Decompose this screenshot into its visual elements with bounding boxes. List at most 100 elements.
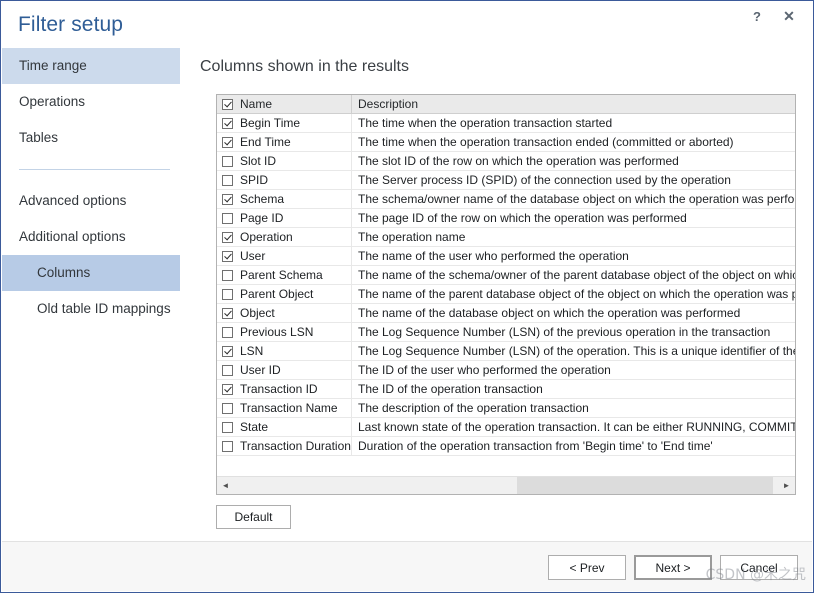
horizontal-scrollbar[interactable]: ◄ ► [217,476,795,494]
row-name-cell[interactable]: User [217,247,352,265]
row-name-cell[interactable]: Slot ID [217,152,352,170]
row-checkbox[interactable] [222,117,233,129]
prev-button[interactable]: < Prev [548,555,626,580]
table-row[interactable]: Operation The operation name [217,228,795,247]
row-description-label: Duration of the operation transaction fr… [358,439,713,453]
row-checkbox[interactable] [222,155,233,167]
table-row[interactable]: User ID The ID of the user who performed … [217,361,795,380]
row-description-label: The Log Sequence Number (LSN) of the ope… [358,344,795,358]
table-row[interactable]: Slot ID The slot ID of the row on which t… [217,152,795,171]
row-description-cell: The Server process ID (SPID) of the conn… [352,171,795,189]
row-checkbox[interactable] [222,440,233,452]
sidebar-divider [19,169,170,170]
row-checkbox[interactable] [222,402,233,414]
row-description-label: The name of the user who performed the o… [358,249,629,263]
row-checkbox[interactable] [222,269,233,281]
scroll-left-arrow-icon[interactable]: ◄ [217,477,234,494]
scroll-right-arrow-icon[interactable]: ► [778,477,795,494]
row-name-cell[interactable]: Transaction Duration [217,437,352,455]
sidebar-item-old-table-id-mappings[interactable]: Old table ID mappings [2,291,180,327]
row-name-cell[interactable]: Schema [217,190,352,208]
row-checkbox[interactable] [222,345,233,357]
row-checkbox[interactable] [222,136,233,148]
row-name-label: State [240,420,269,434]
table-row[interactable]: Transaction ID The ID of the operation tr… [217,380,795,399]
row-checkbox[interactable] [222,174,233,186]
row-description-label: The name of the schema/owner of the pare… [358,268,795,282]
row-checkbox[interactable] [222,288,233,300]
row-description-cell: The operation name [352,228,795,246]
row-name-cell[interactable]: End Time [217,133,352,151]
next-button[interactable]: Next > [634,555,712,580]
row-name-label: User [240,249,266,263]
row-name-cell[interactable]: Page ID [217,209,352,227]
row-name-cell[interactable]: User ID [217,361,352,379]
grid-header-description-label: Description [358,97,419,111]
row-name-cell[interactable]: Begin Time [217,114,352,132]
table-row[interactable]: Page ID The page ID of the row on which t… [217,209,795,228]
row-checkbox[interactable] [222,421,233,433]
table-row[interactable]: User The name of the user who performed t… [217,247,795,266]
row-name-cell[interactable]: LSN [217,342,352,360]
row-description-label: The time when the operation transaction … [358,116,613,130]
row-name-label: LSN [240,344,264,358]
sidebar-item-tables[interactable]: Tables [2,120,180,156]
table-row[interactable]: Parent Schema The name of the schema/owne… [217,266,795,285]
cancel-button[interactable]: Cancel [720,555,798,580]
close-icon[interactable]: ✕ [775,4,803,28]
table-row[interactable]: State Last known state of the operation t… [217,418,795,437]
row-name-cell[interactable]: Parent Object [217,285,352,303]
default-button[interactable]: Default [216,505,291,529]
row-checkbox[interactable] [222,231,233,243]
row-checkbox[interactable] [222,193,233,205]
row-checkbox[interactable] [222,307,233,319]
row-name-cell[interactable]: Operation [217,228,352,246]
row-name-label: User ID [240,363,281,377]
sidebar-item-time-range[interactable]: Time range [2,48,180,84]
row-description-cell: Duration of the operation transaction fr… [352,437,795,455]
grid-header-description-cell[interactable]: Description [352,95,795,113]
page-title: Filter setup [18,13,124,36]
table-row[interactable]: Transaction Duration Duration of the oper… [217,437,795,456]
row-description-label: The name of the database object on which… [358,306,741,320]
row-checkbox[interactable] [222,250,233,262]
row-name-cell[interactable]: State [217,418,352,436]
scrollbar-thumb[interactable] [516,477,773,494]
filter-setup-dialog: Filter setup ? ✕ Time range Operations T… [0,0,814,593]
row-description-label: The description of the operation transac… [358,401,589,415]
sidebar-item-additional-options[interactable]: Additional options [2,219,180,255]
table-row[interactable]: Begin Time The time when the operation tr… [217,114,795,133]
table-row[interactable]: LSN The Log Sequence Number (LSN) of the … [217,342,795,361]
scrollbar-track[interactable] [234,477,778,494]
sidebar: Time range Operations Tables Advanced op… [2,48,180,327]
select-all-checkbox[interactable] [222,98,233,110]
row-description-cell: The name of the parent database object o… [352,285,795,303]
help-icon[interactable]: ? [743,4,771,28]
row-name-cell[interactable]: Parent Schema [217,266,352,284]
sidebar-item-advanced-options[interactable]: Advanced options [2,183,180,219]
row-name-cell[interactable]: Transaction Name [217,399,352,417]
row-checkbox[interactable] [222,364,233,376]
table-row[interactable]: Transaction Name The description of the o… [217,399,795,418]
table-row[interactable]: Object The name of the database object on… [217,304,795,323]
table-row[interactable]: Parent Object The name of the parent data… [217,285,795,304]
row-checkbox[interactable] [222,212,233,224]
row-name-cell[interactable]: Object [217,304,352,322]
row-name-label: Parent Object [240,287,314,301]
sidebar-item-operations[interactable]: Operations [2,84,180,120]
table-row[interactable]: Previous LSN The Log Sequence Number (LSN… [217,323,795,342]
row-name-cell[interactable]: Transaction ID [217,380,352,398]
columns-grid: Name Description Begin Time The time when… [216,94,796,495]
row-description-cell: The page ID of the row on which the oper… [352,209,795,227]
row-name-cell[interactable]: Previous LSN [217,323,352,341]
table-row[interactable]: Schema The schema/owner name of the datab… [217,190,795,209]
grid-header-name-cell[interactable]: Name [217,95,352,113]
table-row[interactable]: End Time The time when the operation tran… [217,133,795,152]
section-heading: Columns shown in the results [200,58,409,75]
table-row[interactable]: SPID The Server process ID (SPID) of the … [217,171,795,190]
row-checkbox[interactable] [222,326,233,338]
row-name-cell[interactable]: SPID [217,171,352,189]
row-checkbox[interactable] [222,383,233,395]
sidebar-item-columns[interactable]: Columns [2,255,180,291]
row-name-label: Operation [240,230,293,244]
